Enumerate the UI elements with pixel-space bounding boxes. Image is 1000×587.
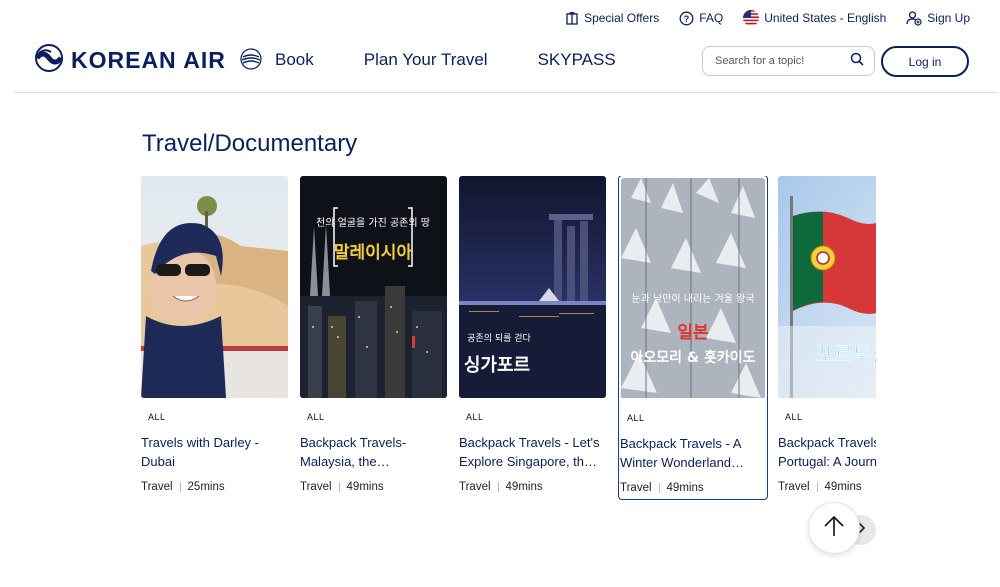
video-carousel: ALL Travels with Darley - Dubai Travel 2… [141, 176, 876, 502]
category-tag: ALL [148, 412, 166, 422]
thumbnail-title: 싱가포르 [464, 355, 530, 376]
category-tag: ALL [307, 412, 325, 422]
video-card-selected[interactable]: 눈과 낭만이 내리는 겨울 왕국 일본 아오모리 & 홋카이도 ALL Back… [618, 176, 768, 500]
video-duration: 49mins [824, 481, 862, 493]
nav-skypass[interactable]: SKYPASS [538, 50, 616, 70]
video-category: Travel [300, 481, 332, 493]
special-offers-link[interactable]: Special Offers [565, 11, 659, 25]
question-icon: ? [679, 11, 694, 26]
meta-divider [338, 482, 340, 492]
nav-plan-your-travel[interactable]: Plan Your Travel [364, 50, 488, 70]
video-card[interactable]: ALL Travels with Darley - Dubai Travel 2… [141, 176, 291, 500]
sign-up-label: Sign Up [927, 11, 970, 25]
category-tag: ALL [785, 412, 803, 422]
meta-divider [179, 482, 181, 492]
sign-up-link[interactable]: Sign Up [906, 10, 970, 26]
video-card[interactable]: 포르투갈 ALL Backpack Travels - Portugal: A … [778, 176, 876, 500]
thumbnail-caption: 공존의 되를 걷다 [467, 332, 531, 344]
search-box[interactable] [702, 46, 875, 76]
meta-divider [497, 482, 499, 492]
utility-bar: Special Offers ? FAQ United States - Eng… [565, 8, 970, 28]
thumbnail-title: 포르투갈 [816, 342, 876, 366]
user-add-icon [906, 10, 922, 26]
video-meta: Travel 49mins [300, 481, 384, 493]
thumbnail-title: 말레이시아 [334, 242, 413, 263]
video-category: Travel [141, 481, 173, 493]
video-meta: Travel 49mins [620, 482, 704, 494]
video-category: Travel [778, 481, 810, 493]
video-card[interactable]: 공존의 되를 걷다 싱가포르 ALL Backpack Travels - Le… [459, 176, 609, 500]
video-duration: 49mins [505, 481, 543, 493]
svg-text:?: ? [684, 14, 690, 24]
login-button[interactable]: Log in [881, 46, 969, 77]
taeguk-logo-icon [35, 44, 63, 77]
meta-divider [658, 483, 660, 493]
section-title: Travel/Documentary [142, 130, 358, 157]
region-label: United States - English [764, 11, 887, 25]
back-to-top-button[interactable] [808, 502, 860, 554]
skyteam-icon [238, 45, 264, 76]
video-thumbnail[interactable]: 눈과 낭만이 내리는 겨울 왕국 일본 아오모리 & 홋카이도 [621, 178, 765, 400]
thumbnail-caption: 천의 얼굴을 가진 공존의 땅 [316, 217, 430, 229]
thumbnail-title: 일본 [677, 323, 709, 343]
video-category: Travel [620, 482, 652, 494]
video-thumbnail[interactable]: 포르투갈 [778, 176, 876, 398]
video-title[interactable]: Backpack Travels - Portugal: A Journ… [778, 433, 876, 471]
brand-name: KOREAN AIR [71, 47, 226, 73]
video-duration: 25mins [187, 481, 225, 493]
nav-book[interactable]: Book [275, 50, 314, 70]
faq-link[interactable]: ? FAQ [679, 11, 723, 26]
special-offers-label: Special Offers [584, 11, 660, 25]
header-divider [14, 92, 998, 93]
video-thumbnail[interactable] [141, 176, 288, 398]
thumbnail-subtitle: 아오모리 & 홋카이도 [631, 349, 756, 366]
video-meta: Travel 49mins [778, 481, 862, 493]
thumbnail-caption: 눈과 낭만이 내리는 겨울 왕국 [631, 293, 754, 305]
region-selector[interactable]: United States - English [743, 10, 886, 26]
category-tag: ALL [466, 412, 484, 422]
search-icon[interactable] [850, 52, 864, 71]
search-input[interactable] [715, 55, 840, 67]
video-duration: 49mins [666, 482, 704, 494]
arrow-up-icon [823, 514, 845, 543]
video-meta: Travel 49mins [459, 481, 543, 493]
video-title[interactable]: Travels with Darley - Dubai [141, 433, 291, 471]
gift-icon [565, 11, 579, 25]
video-category: Travel [459, 481, 491, 493]
video-title[interactable]: Backpack Travels-Malaysia, the… [300, 433, 450, 471]
video-title[interactable]: Backpack Travels - Let's Explore Singapo… [459, 433, 609, 471]
faq-label: FAQ [699, 11, 724, 25]
video-title[interactable]: Backpack Travels - A Winter Wonderland… [620, 434, 766, 472]
video-duration: 49mins [346, 481, 384, 493]
primary-nav-links: Book Plan Your Travel SKYPASS [275, 50, 616, 70]
meta-divider [816, 482, 818, 492]
video-thumbnail[interactable]: 공존의 되를 걷다 싱가포르 [459, 176, 606, 398]
video-meta: Travel 25mins [141, 481, 225, 493]
category-tag: ALL [627, 413, 645, 423]
video-thumbnail[interactable]: 천의 얼굴을 가진 공존의 땅 말레이시아 [300, 176, 447, 398]
korean-air-logo[interactable]: KOREAN AIR [35, 44, 264, 77]
video-card[interactable]: 천의 얼굴을 가진 공존의 땅 말레이시아 ALL Backpack Trave… [300, 176, 450, 500]
main-navigation: KOREAN AIR Book Plan Your Travel SKYPASS… [0, 38, 1000, 84]
us-flag-icon [743, 10, 760, 26]
